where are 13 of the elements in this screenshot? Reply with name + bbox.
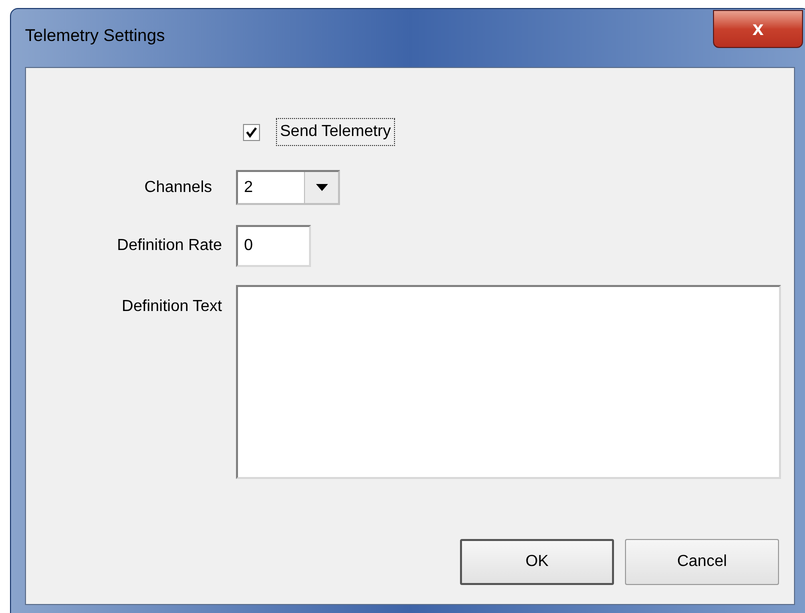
dialog-button[interactable]: Cancel (625, 539, 779, 585)
window-title: Telemetry Settings (25, 25, 165, 47)
field-label: Definition Text (120, 297, 222, 317)
field-label: Definition Rate (116, 236, 222, 256)
field-label: Channels (143, 178, 212, 198)
channels-dropdown[interactable]: 2 (236, 170, 340, 205)
definition-rate-input[interactable]: 0 (236, 225, 311, 267)
checkbox[interactable] (243, 124, 260, 140)
checkmark-icon (246, 126, 257, 138)
close-button[interactable]: x (713, 10, 803, 48)
checkbox-label[interactable]: Send Telemetry (276, 118, 395, 146)
dropdown-value: 2 (243, 178, 254, 198)
dialog-button[interactable]: OK (460, 539, 614, 585)
